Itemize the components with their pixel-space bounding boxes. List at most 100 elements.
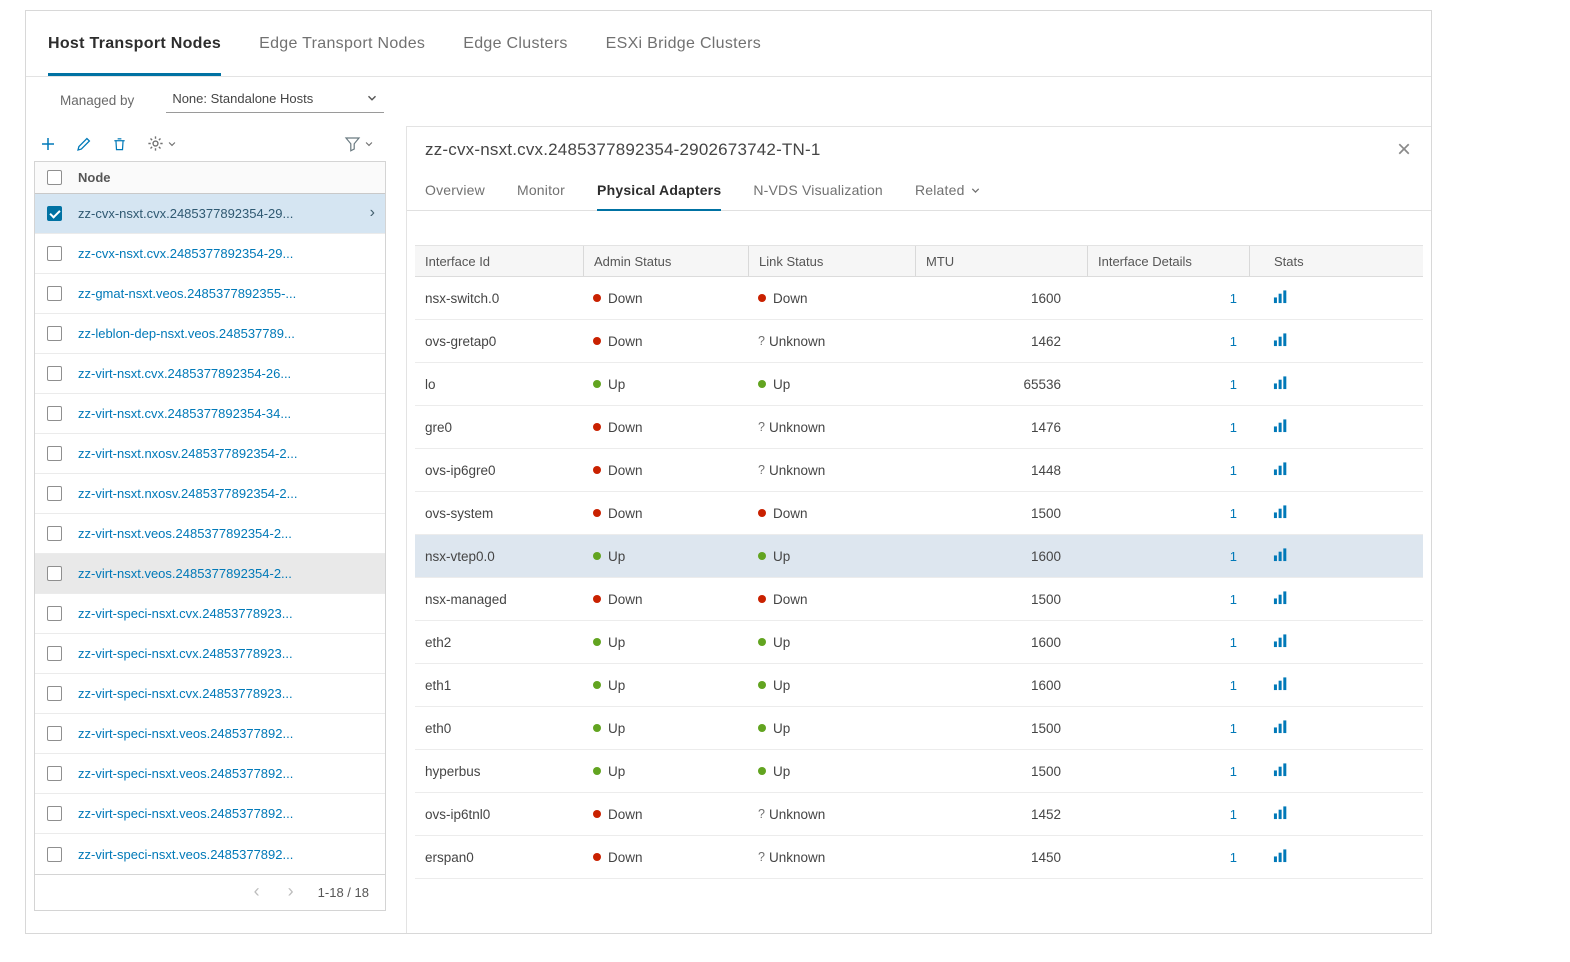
adapter-row[interactable]: erspan0Down?Unknown14501: [415, 836, 1423, 879]
stats-chart-icon[interactable]: [1273, 719, 1288, 734]
node-link[interactable]: zz-gmat-nsxt.veos.2485377892355-...: [78, 286, 385, 301]
interface-details-link[interactable]: 1: [1230, 463, 1237, 478]
stats-chart-icon[interactable]: [1273, 590, 1288, 605]
node-row[interactable]: zz-virt-nsxt.cvx.2485377892354-34...: [35, 394, 385, 434]
stats-chart-icon[interactable]: [1273, 375, 1288, 390]
settings-gear-icon[interactable]: [147, 135, 177, 152]
adapter-row[interactable]: ovs-ip6tnl0Down?Unknown14521: [415, 793, 1423, 836]
node-row[interactable]: zz-leblon-dep-nsxt.veos.248537789...: [35, 314, 385, 354]
node-checkbox[interactable]: [47, 566, 62, 581]
node-link[interactable]: zz-virt-nsxt.nxosv.2485377892354-2...: [78, 446, 385, 461]
delete-icon[interactable]: [112, 136, 127, 152]
node-checkbox[interactable]: [47, 406, 62, 421]
select-all-checkbox[interactable]: [47, 170, 62, 185]
node-link[interactable]: zz-virt-speci-nsxt.veos.2485377892...: [78, 847, 385, 862]
node-checkbox[interactable]: [47, 446, 62, 461]
detail-tab-related[interactable]: Related: [915, 173, 981, 211]
node-row[interactable]: zz-virt-speci-nsxt.veos.2485377892...: [35, 754, 385, 794]
node-checkbox[interactable]: [47, 726, 62, 741]
node-row[interactable]: zz-virt-nsxt.nxosv.2485377892354-2...: [35, 474, 385, 514]
node-checkbox[interactable]: [47, 646, 62, 661]
stats-chart-icon[interactable]: [1273, 676, 1288, 691]
detail-tab-overview[interactable]: Overview: [425, 173, 485, 211]
adapter-row[interactable]: loUpUp655361: [415, 363, 1423, 406]
stats-chart-icon[interactable]: [1273, 504, 1288, 519]
adapter-row[interactable]: eth2UpUp16001: [415, 621, 1423, 664]
interface-details-link[interactable]: 1: [1230, 506, 1237, 521]
adapter-row[interactable]: nsx-switch.0DownDown16001: [415, 277, 1423, 320]
node-checkbox[interactable]: [47, 847, 62, 862]
interface-details-link[interactable]: 1: [1230, 377, 1237, 392]
node-link[interactable]: zz-leblon-dep-nsxt.veos.248537789...: [78, 326, 385, 341]
node-checkbox[interactable]: [47, 766, 62, 781]
tab-edge-transport-nodes[interactable]: Edge Transport Nodes: [259, 11, 425, 76]
adapter-row[interactable]: nsx-managedDownDown15001: [415, 578, 1423, 621]
node-row[interactable]: zz-virt-speci-nsxt.cvx.24853778923...: [35, 634, 385, 674]
node-link[interactable]: zz-cvx-nsxt.cvx.2485377892354-29...: [78, 246, 385, 261]
adapter-row[interactable]: ovs-ip6gre0Down?Unknown14481: [415, 449, 1423, 492]
tab-esxi-bridge-clusters[interactable]: ESXi Bridge Clusters: [606, 11, 761, 76]
next-page-icon[interactable]: ›: [274, 882, 308, 903]
node-checkbox[interactable]: [47, 206, 62, 221]
node-checkbox[interactable]: [47, 326, 62, 341]
node-link[interactable]: zz-virt-speci-nsxt.cvx.24853778923...: [78, 686, 385, 701]
interface-details-link[interactable]: 1: [1230, 807, 1237, 822]
adapter-row[interactable]: eth0UpUp15001: [415, 707, 1423, 750]
tab-host-transport-nodes[interactable]: Host Transport Nodes: [48, 11, 221, 76]
detail-tab-n-vds-visualization[interactable]: N-VDS Visualization: [753, 173, 883, 211]
node-checkbox[interactable]: [47, 486, 62, 501]
node-row[interactable]: zz-cvx-nsxt.cvx.2485377892354-29...: [35, 234, 385, 274]
node-link[interactable]: zz-virt-speci-nsxt.veos.2485377892...: [78, 726, 385, 741]
tab-edge-clusters[interactable]: Edge Clusters: [463, 11, 567, 76]
adapter-row[interactable]: eth1UpUp16001: [415, 664, 1423, 707]
node-checkbox[interactable]: [47, 806, 62, 821]
stats-chart-icon[interactable]: [1273, 418, 1288, 433]
node-link[interactable]: zz-virt-nsxt.cvx.2485377892354-26...: [78, 366, 385, 381]
node-row[interactable]: zz-virt-nsxt.veos.2485377892354-2...: [35, 554, 385, 594]
node-row[interactable]: zz-virt-speci-nsxt.veos.2485377892...: [35, 714, 385, 754]
stats-chart-icon[interactable]: [1273, 461, 1288, 476]
node-row[interactable]: zz-gmat-nsxt.veos.2485377892355-...: [35, 274, 385, 314]
node-checkbox[interactable]: [47, 686, 62, 701]
stats-chart-icon[interactable]: [1273, 332, 1288, 347]
stats-chart-icon[interactable]: [1273, 289, 1288, 304]
node-link[interactable]: zz-virt-speci-nsxt.cvx.24853778923...: [78, 646, 385, 661]
node-row[interactable]: zz-virt-speci-nsxt.veos.2485377892...: [35, 794, 385, 834]
node-checkbox[interactable]: [47, 246, 62, 261]
node-link[interactable]: zz-virt-speci-nsxt.cvx.24853778923...: [78, 606, 385, 621]
node-link[interactable]: zz-virt-speci-nsxt.veos.2485377892...: [78, 806, 385, 821]
managed-by-dropdown[interactable]: None: Standalone Hosts: [166, 88, 384, 113]
node-checkbox[interactable]: [47, 286, 62, 301]
interface-details-link[interactable]: 1: [1230, 678, 1237, 693]
detail-tab-monitor[interactable]: Monitor: [517, 173, 565, 211]
adapter-row[interactable]: ovs-systemDownDown15001: [415, 492, 1423, 535]
node-row[interactable]: zz-cvx-nsxt.cvx.2485377892354-29...›: [35, 194, 385, 234]
node-checkbox[interactable]: [47, 366, 62, 381]
interface-details-link[interactable]: 1: [1230, 549, 1237, 564]
interface-details-link[interactable]: 1: [1230, 635, 1237, 650]
node-checkbox[interactable]: [47, 526, 62, 541]
node-row[interactable]: zz-virt-speci-nsxt.veos.2485377892...: [35, 834, 385, 874]
adapter-row[interactable]: nsx-vtep0.0UpUp16001: [415, 535, 1423, 578]
detail-tab-physical-adapters[interactable]: Physical Adapters: [597, 173, 721, 211]
interface-details-link[interactable]: 1: [1230, 721, 1237, 736]
node-row[interactable]: zz-virt-nsxt.cvx.2485377892354-26...: [35, 354, 385, 394]
interface-details-link[interactable]: 1: [1230, 291, 1237, 306]
interface-details-link[interactable]: 1: [1230, 420, 1237, 435]
node-link[interactable]: zz-virt-speci-nsxt.veos.2485377892...: [78, 766, 385, 781]
interface-details-link[interactable]: 1: [1230, 592, 1237, 607]
stats-chart-icon[interactable]: [1273, 762, 1288, 777]
interface-details-link[interactable]: 1: [1230, 764, 1237, 779]
node-link[interactable]: zz-virt-nsxt.veos.2485377892354-2...: [78, 566, 385, 581]
interface-details-link[interactable]: 1: [1230, 334, 1237, 349]
node-link[interactable]: zz-virt-nsxt.cvx.2485377892354-34...: [78, 406, 385, 421]
node-row[interactable]: zz-virt-speci-nsxt.cvx.24853778923...: [35, 674, 385, 714]
add-icon[interactable]: [40, 136, 56, 152]
filter-icon[interactable]: [344, 136, 374, 152]
prev-page-icon[interactable]: ‹: [240, 882, 274, 903]
stats-chart-icon[interactable]: [1273, 848, 1288, 863]
node-link[interactable]: zz-virt-nsxt.veos.2485377892354-2...: [78, 526, 385, 541]
node-row[interactable]: zz-virt-speci-nsxt.cvx.24853778923...: [35, 594, 385, 634]
adapter-row[interactable]: gre0Down?Unknown14761: [415, 406, 1423, 449]
adapter-row[interactable]: ovs-gretap0Down?Unknown14621: [415, 320, 1423, 363]
